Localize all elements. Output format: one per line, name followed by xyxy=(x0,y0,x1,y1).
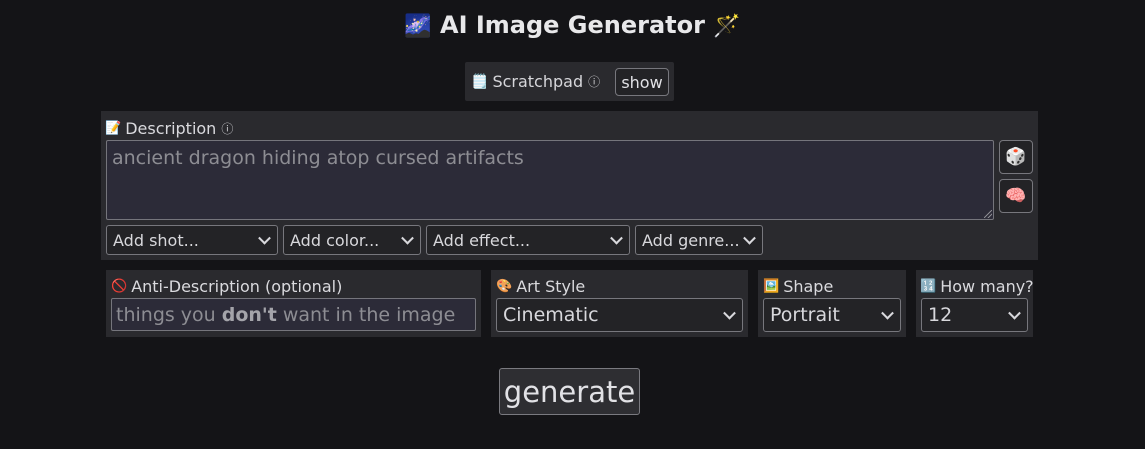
anti-description-label-text: Anti-Description (optional) xyxy=(131,277,343,296)
resize-handle[interactable] xyxy=(984,210,992,218)
add-effect-dropdown[interactable]: Add effect... xyxy=(426,225,630,255)
art-style-select[interactable]: Cinematic xyxy=(496,298,743,332)
add-genre-dropdown[interactable]: Add genre... xyxy=(635,225,763,255)
memo-icon: 📝 xyxy=(105,121,122,136)
generate-button[interactable]: generate xyxy=(499,368,640,415)
description-textarea[interactable]: ancient dragon hiding atop cursed artifa… xyxy=(106,140,994,220)
description-placeholder: ancient dragon hiding atop cursed artifa… xyxy=(112,147,524,169)
add-color-label: Add color... xyxy=(290,230,380,250)
shape-select[interactable]: Portrait xyxy=(763,298,901,332)
chevron-down-icon xyxy=(401,231,414,245)
shape-panel: 🖼️ Shape Portrait xyxy=(758,270,906,337)
how-many-label-text: How many? xyxy=(940,277,1034,296)
dice-icon: 🎲 xyxy=(1005,147,1027,166)
how-many-label: 🔢 How many? xyxy=(920,277,1034,296)
add-genre-label: Add genre... xyxy=(642,230,740,250)
random-description-button[interactable]: 🎲 xyxy=(999,140,1033,174)
anti-placeholder-start: things you xyxy=(116,303,216,326)
description-label: 📝 Description ⓘ xyxy=(105,119,233,138)
how-many-value: 12 xyxy=(928,304,953,326)
add-effect-label: Add effect... xyxy=(433,230,531,250)
anti-placeholder-bold: don't xyxy=(221,303,277,326)
scratchpad-bar: 🗒️ Scratchpad ⓘ show xyxy=(465,62,674,101)
anti-description-input[interactable]: things you don't want in the image xyxy=(111,298,476,331)
chevron-down-icon xyxy=(610,231,623,245)
page-title: 🌌 AI Image Generator 🪄 xyxy=(0,8,1145,44)
notepad-icon: 🗒️ xyxy=(471,73,489,90)
art-style-value: Cinematic xyxy=(503,304,599,326)
enhance-description-button[interactable]: 🧠 xyxy=(999,179,1033,213)
add-color-dropdown[interactable]: Add color... xyxy=(283,225,421,255)
chevron-down-icon xyxy=(743,231,756,245)
prohibited-icon: 🚫 xyxy=(111,279,128,294)
art-style-label: 🎨 Art Style xyxy=(496,277,585,296)
chevron-down-icon xyxy=(881,306,894,320)
chevron-down-icon xyxy=(723,306,736,320)
scratchpad-label: Scratchpad xyxy=(492,72,584,91)
description-panel: 📝 Description ⓘ ancient dragon hiding at… xyxy=(101,111,1038,260)
info-icon[interactable]: ⓘ xyxy=(221,120,233,137)
shape-label-text: Shape xyxy=(783,277,834,296)
show-scratchpad-button[interactable]: show xyxy=(615,68,669,96)
anti-description-panel: 🚫 Anti-Description (optional) things you… xyxy=(106,270,481,337)
picture-frame-icon: 🖼️ xyxy=(763,279,780,294)
add-shot-label: Add shot... xyxy=(113,230,199,250)
art-style-panel: 🎨 Art Style Cinematic xyxy=(491,270,748,337)
page-title-text: AI Image Generator xyxy=(440,11,705,39)
how-many-panel: 🔢 How many? 12 xyxy=(916,270,1034,337)
numbers-icon: 🔢 xyxy=(920,279,937,294)
anti-description-label: 🚫 Anti-Description (optional) xyxy=(111,277,342,296)
shape-value: Portrait xyxy=(770,304,840,326)
magic-wand-icon: 🪄 xyxy=(713,14,741,39)
chevron-down-icon xyxy=(258,231,271,245)
description-label-text: Description xyxy=(125,119,217,138)
galaxy-icon: 🌌 xyxy=(404,14,432,39)
anti-placeholder-end: want in the image xyxy=(282,303,456,326)
art-style-label-text: Art Style xyxy=(516,277,586,296)
how-many-select[interactable]: 12 xyxy=(921,298,1028,332)
brain-icon: 🧠 xyxy=(1005,186,1027,205)
add-shot-dropdown[interactable]: Add shot... xyxy=(106,225,278,255)
info-icon[interactable]: ⓘ xyxy=(588,73,600,90)
palette-icon: 🎨 xyxy=(496,279,513,294)
chevron-down-icon xyxy=(1008,306,1021,320)
shape-label: 🖼️ Shape xyxy=(763,277,833,296)
